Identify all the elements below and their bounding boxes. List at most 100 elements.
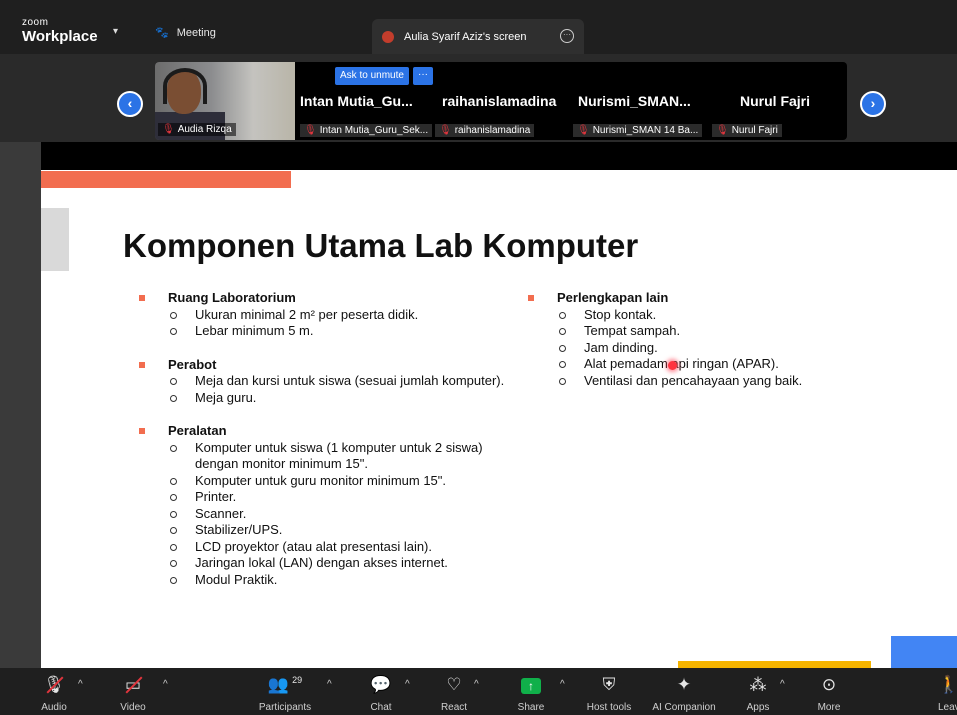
participants-label: Participants [258, 702, 312, 713]
list-item: Jaringan lokal (LAN) dengan akses intern… [168, 555, 508, 572]
section-perabot: Perabot Meja dan kursi untuk siswa (sesu… [139, 357, 508, 407]
apps-button[interactable]: ⁂ Apps [740, 668, 776, 715]
section-ruang: Ruang Laboratorium Ukuran minimal 2 m² p… [139, 290, 508, 340]
self-name-label: 🎙 Audia Rizqa [158, 123, 236, 136]
ask-to-unmute-button[interactable]: Ask to unmute [335, 67, 409, 85]
chat-options-caret[interactable]: ^ [405, 679, 410, 690]
list-item: Scanner. [168, 506, 508, 523]
participants-button[interactable]: 👥 29 Participants [255, 668, 315, 715]
tab-title: Aulia Syarif Aziz's screen [404, 30, 527, 43]
list-item: Stop kontak. [557, 307, 917, 324]
video-off-icon: ▭ [113, 675, 153, 695]
meeting-label: Meeting [176, 26, 216, 39]
leave-button[interactable]: 🚶 Leave [938, 668, 957, 715]
apps-options-caret[interactable]: ^ [780, 679, 785, 690]
tile-label-3: 🎙 Nurismi_SMAN 14 Ba... [573, 124, 703, 137]
mic-off-icon: 🎙 [577, 125, 590, 136]
apps-label: Apps [746, 702, 770, 713]
chevron-down-icon[interactable]: ▾ [113, 26, 125, 38]
mic-off-icon: 🎙 [304, 125, 317, 136]
list-item: Lebar minimum 5 m. [168, 323, 508, 340]
list-item: Printer. [168, 489, 508, 506]
tile-name-1: Intan Mutia_Gu... [300, 93, 413, 109]
tile-label-2: 🎙 raihanislamadina [435, 124, 535, 137]
share-options-caret[interactable]: ^ [560, 679, 565, 690]
mic-off-icon: 🎙 [716, 125, 729, 136]
avatar-icon [382, 30, 394, 43]
headset-icon [163, 68, 207, 104]
chat-icon: 💬 [370, 675, 392, 694]
tile-more-button[interactable]: ··· [413, 67, 433, 85]
slide-accent-bar [41, 171, 291, 188]
list-item: Jam dinding. [557, 340, 917, 357]
ai-companion-label: AI Companion [652, 702, 716, 713]
previous-page-button[interactable]: ‹ [117, 91, 143, 117]
list-item: Modul Praktik. [168, 572, 508, 589]
share-button[interactable]: ↑ Share [513, 668, 549, 715]
mic-off-icon: 🎙 [162, 124, 175, 135]
tile-label-1: 🎙 Intan Mutia_Guru_Sek... [300, 124, 433, 137]
top-bar: zoom Workplace ▾ 🐾 Meeting Aulia Syarif … [0, 0, 957, 54]
meeting-toolbar: 🎙 Audio ^ ▭ Video ^ 👥29 Participants ^ 💬… [0, 668, 957, 715]
react-button[interactable]: ♡ React [436, 668, 472, 715]
next-page-button[interactable]: › [860, 91, 886, 117]
tile-name-3: Nurismi_SMAN... [578, 93, 691, 109]
video-label: Video [120, 702, 146, 713]
participants-options-caret[interactable]: ^ [327, 679, 332, 690]
slide-title: Komponen Utama Lab Komputer [123, 227, 639, 264]
list-item: Tempat sampah. [557, 323, 917, 340]
list-item: Meja dan kursi untuk siswa (sesuai jumla… [168, 373, 508, 390]
mic-off-icon: 🎙 [439, 125, 452, 136]
react-options-caret[interactable]: ^ [474, 679, 479, 690]
host-tools-button[interactable]: ⛨ Host tools [583, 668, 635, 715]
presentation-slide: Komponen Utama Lab Komputer Ruang Labora… [41, 142, 957, 668]
shield-icon: ⛨ [602, 675, 616, 694]
tab-shared-screen[interactable]: Aulia Syarif Aziz's screen ··· [372, 19, 584, 54]
mic-muted-icon: 🎙 [34, 675, 74, 695]
participants-count: 29 [292, 675, 303, 685]
apps-icon: ⁂ [749, 675, 767, 694]
tile-label-4: 🎙 Nurul Fajri [712, 124, 782, 137]
share-label: Share [517, 702, 545, 713]
more-label: More [817, 702, 841, 713]
tile-name-2: raihanislamadina [442, 93, 557, 109]
leave-label: Leave [938, 702, 957, 713]
slide-right-column: Perlengkapan lain Stop kontak. Tempat sa… [528, 290, 917, 406]
host-tools-label: Host tools [586, 702, 632, 713]
audio-button[interactable]: 🎙 Audio [34, 668, 74, 715]
video-button[interactable]: ▭ Video [113, 668, 153, 715]
video-options-caret[interactable]: ^ [163, 679, 168, 690]
list-item: Alat pemadam api ringan (APAR). [557, 356, 917, 373]
list-item: Ventilasi dan pencahayaan yang baik. [557, 373, 917, 390]
zoom-logo: zoom Workplace [22, 18, 98, 46]
list-item: Meja guru. [168, 390, 508, 407]
ai-companion-button[interactable]: ✦ AI Companion [648, 668, 720, 715]
list-item: LCD proyektor (atau alat presentasi lain… [168, 539, 508, 556]
brand-big: Workplace [22, 28, 98, 45]
audio-label: Audio [41, 702, 67, 713]
walking-person-icon: 🚶 [938, 675, 957, 694]
sparkle-icon: ✦ [676, 675, 692, 694]
list-item: Ukuran minimal 2 m² per peserta didik. [168, 307, 508, 324]
meeting-menu[interactable]: 🐾 Meeting [155, 26, 216, 40]
section-peralatan: Peralatan Komputer untuk siswa (1 komput… [139, 423, 508, 589]
react-label: React [440, 702, 468, 713]
chat-label: Chat [370, 702, 392, 713]
list-item: Stabilizer/UPS. [168, 522, 508, 539]
more-button[interactable]: ⊙ More [812, 668, 846, 715]
more-options-icon[interactable]: ··· [560, 29, 574, 43]
participants-icon: 👥 29 [267, 675, 303, 694]
audio-options-caret[interactable]: ^ [78, 679, 83, 690]
section-perlengkapan: Perlengkapan lain Stop kontak. Tempat sa… [528, 290, 917, 390]
self-name: Audia Rizqa [177, 124, 232, 135]
chat-button[interactable]: 💬 Chat [363, 668, 399, 715]
slide-left-column: Ruang Laboratorium Ukuran minimal 2 m² p… [139, 290, 508, 605]
heart-icon: ♡ [446, 675, 462, 694]
list-item: Komputer untuk siswa (1 komputer untuk 2… [168, 440, 508, 473]
list-item: Komputer untuk guru monitor minimum 15". [168, 473, 508, 490]
self-video-tile[interactable]: 🎙 Audia Rizqa [155, 62, 295, 140]
video-gallery: 🎙 Audia Rizqa Ask to unmute ··· Intan Mu… [155, 62, 847, 140]
brand-small: zoom [22, 17, 49, 28]
participants-paw-icon: 🐾 [155, 27, 169, 39]
more-icon: ⊙ [821, 675, 837, 694]
